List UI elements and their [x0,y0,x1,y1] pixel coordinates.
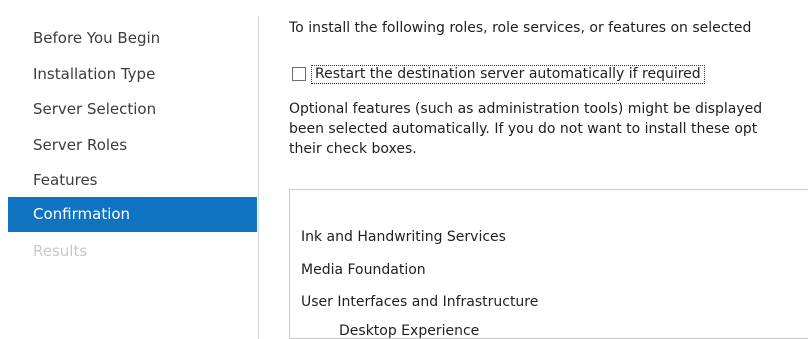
optional-note-line-2: been selected automatically. If you do n… [289,121,758,137]
feature-list[interactable]: Ink and Handwriting Services Media Found… [289,189,808,339]
wizard-navigation: Before You Begin Installation Type Serve… [0,0,258,339]
nav-item-confirmation[interactable]: Confirmation [8,197,257,232]
optional-note-line-1: Optional features (such as administratio… [289,101,763,117]
nav-item-installation-type[interactable]: Installation Type [8,57,257,92]
intro-text: To install the following roles, role ser… [289,20,752,36]
nav-item-server-roles[interactable]: Server Roles [8,128,257,163]
nav-item-before-you-begin[interactable]: Before You Begin [8,21,257,56]
nav-item-server-selection[interactable]: Server Selection [8,92,257,127]
feature-item-user-interfaces[interactable]: User Interfaces and Infrastructure [301,294,538,310]
confirmation-panel: To install the following roles, role ser… [289,0,808,339]
nav-item-features[interactable]: Features [8,163,257,198]
navigation-divider [258,16,259,339]
feature-item-media-foundation[interactable]: Media Foundation [301,262,426,278]
optional-note-line-3: their check boxes. [289,141,417,157]
optional-features-note: Optional features (such as administratio… [289,99,808,159]
nav-item-results: Results [33,242,88,260]
restart-checkbox-label[interactable]: Restart the destination server automatic… [311,64,705,84]
feature-item-desktop-experience[interactable]: Desktop Experience [339,323,479,339]
restart-checkbox[interactable] [292,67,306,81]
feature-item-ink-and-handwriting[interactable]: Ink and Handwriting Services [301,229,506,245]
restart-option[interactable]: Restart the destination server automatic… [292,64,705,84]
